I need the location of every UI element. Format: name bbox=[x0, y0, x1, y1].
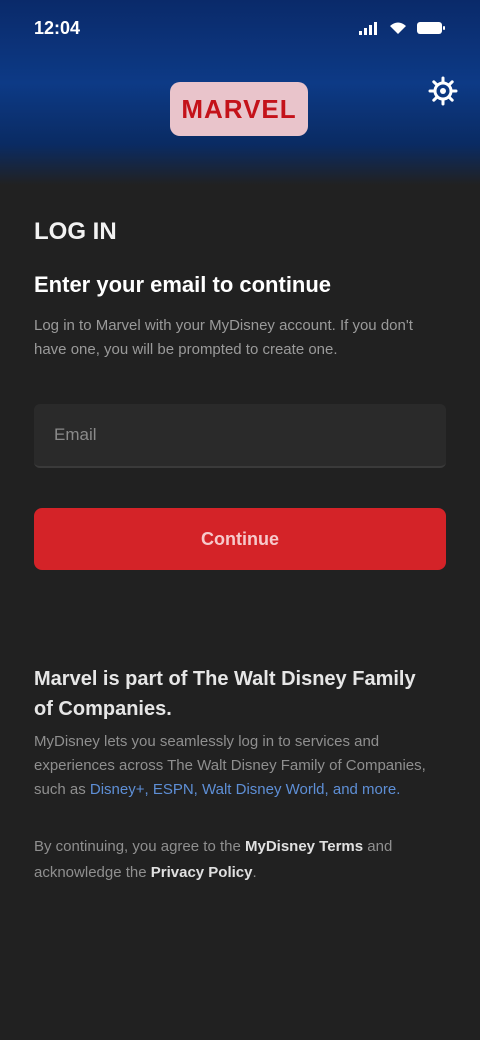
battery-icon bbox=[417, 22, 445, 34]
terms-link[interactable]: MyDisney Terms bbox=[245, 838, 363, 855]
continue-button-label: Continue bbox=[201, 528, 279, 549]
info-body: MyDisney lets you seamlessly log in to s… bbox=[34, 730, 426, 802]
login-description: Log in to Marvel with your MyDisney acco… bbox=[34, 317, 413, 358]
page-title: Enter your email to continue bbox=[34, 272, 332, 297]
settings-button[interactable] bbox=[424, 72, 462, 110]
email-input[interactable] bbox=[54, 425, 426, 445]
marvel-logo: MARVEL bbox=[170, 82, 308, 136]
logo-text: MARVEL bbox=[181, 93, 297, 124]
login-eyebrow: LOG IN bbox=[34, 218, 117, 245]
continue-button[interactable]: Continue bbox=[34, 508, 446, 570]
signal-icon bbox=[359, 22, 377, 35]
status-time: 12:04 bbox=[34, 17, 81, 38]
terms-prefix: By continuing, you agree to the bbox=[34, 838, 245, 855]
header-banner: 12:04 MARVEL bbox=[0, 0, 480, 185]
status-bar: 12:04 bbox=[0, 0, 480, 56]
gear-icon bbox=[428, 76, 458, 106]
email-field[interactable] bbox=[34, 404, 446, 468]
info-body-link[interactable]: Disney+, ESPN, Walt Disney World, and mo… bbox=[90, 781, 401, 798]
info-title: Marvel is part of The Walt Disney Family… bbox=[34, 668, 416, 720]
status-icons bbox=[358, 20, 446, 36]
terms-suffix: . bbox=[252, 864, 257, 881]
terms-text: By continuing, you agree to the MyDisney… bbox=[34, 834, 426, 886]
wifi-icon bbox=[390, 22, 406, 34]
privacy-policy-link[interactable]: Privacy Policy bbox=[151, 864, 253, 881]
